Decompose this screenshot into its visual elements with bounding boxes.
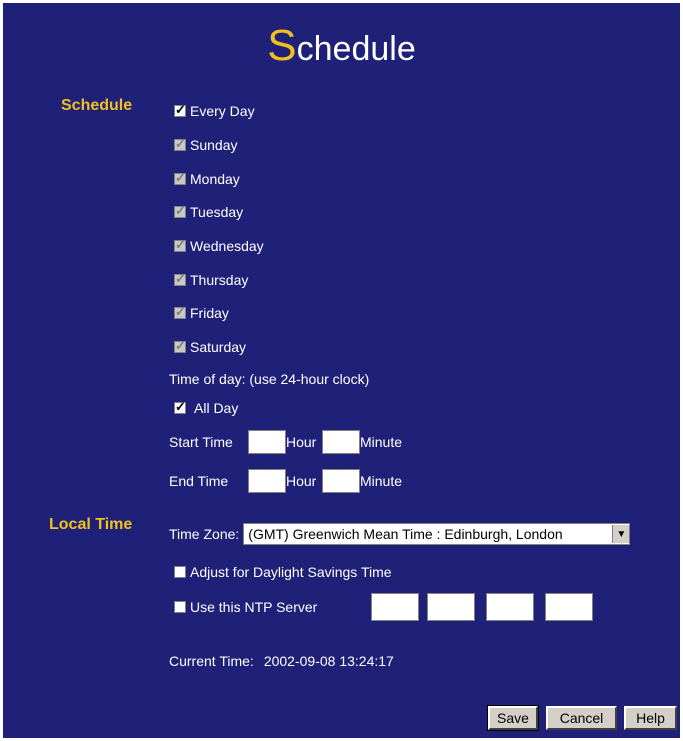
ntp-octet-4-input[interactable] <box>545 593 593 621</box>
ntp-server-row: Use this NTP Server <box>174 593 593 621</box>
every-day-label: Every Day <box>190 103 255 119</box>
ntp-octet-3-input[interactable] <box>486 593 534 621</box>
day-wednesday-row[interactable]: Wednesday <box>174 237 264 254</box>
end-time-row: End Time Hour Minute <box>169 468 402 494</box>
daylight-savings-row[interactable]: Adjust for Daylight Savings Time <box>174 564 392 580</box>
local-time-section-label: Local Time <box>49 516 133 533</box>
sunday-label: Sunday <box>190 137 238 153</box>
start-time-label: Start Time <box>169 434 233 450</box>
every-day-checkbox-row[interactable]: Every Day <box>174 102 255 119</box>
end-minute-label: Minute <box>360 473 403 489</box>
time-zone-select[interactable]: (GMT) Greenwich Mean Time : Edinburgh, L… <box>243 523 631 545</box>
time-of-day-label: Time of day: (use 24-hour clock) <box>169 371 370 387</box>
saturday-checkbox[interactable] <box>174 338 186 354</box>
schedule-panel: Schedule Schedule Every Day Sunday Monda… <box>3 3 680 738</box>
ntp-octet-2-input[interactable] <box>427 593 475 621</box>
all-day-checkbox[interactable] <box>174 399 186 415</box>
day-thursday-row[interactable]: Thursday <box>174 271 249 288</box>
thursday-label: Thursday <box>190 272 249 288</box>
ntp-octet-1-input[interactable] <box>371 593 419 621</box>
start-minute-input[interactable] <box>322 430 360 454</box>
start-hour-label: Hour <box>286 434 317 450</box>
chevron-down-icon[interactable]: ▼ <box>612 525 630 543</box>
monday-label: Monday <box>190 171 240 187</box>
start-hour-input[interactable] <box>248 430 286 454</box>
day-monday-row[interactable]: Monday <box>174 170 240 187</box>
start-minute-label: Minute <box>360 434 403 450</box>
end-hour-label: Hour <box>286 473 317 489</box>
help-button[interactable]: Help <box>624 706 677 730</box>
daylight-savings-checkbox[interactable] <box>174 566 186 578</box>
page-title-initial: S <box>267 21 297 70</box>
friday-checkbox[interactable] <box>174 304 186 320</box>
cancel-button[interactable]: Cancel <box>546 706 617 730</box>
sunday-checkbox[interactable] <box>174 136 186 152</box>
day-tuesday-row[interactable]: Tuesday <box>174 203 244 220</box>
day-sunday-row[interactable]: Sunday <box>174 136 238 153</box>
saturday-label: Saturday <box>190 339 247 355</box>
tuesday-label: Tuesday <box>190 204 244 220</box>
ntp-label: Use this NTP Server <box>190 599 318 615</box>
page-title-rest: chedule <box>296 30 416 68</box>
time-zone-row: Time Zone: (GMT) Greenwich Mean Time : E… <box>169 522 631 546</box>
time-zone-label: Time Zone: <box>169 526 240 542</box>
end-minute-input[interactable] <box>322 469 360 493</box>
tuesday-checkbox[interactable] <box>174 203 186 219</box>
start-time-row: Start Time Hour Minute <box>169 429 402 455</box>
wednesday-checkbox[interactable] <box>174 237 186 253</box>
monday-checkbox[interactable] <box>174 170 186 186</box>
end-time-label: End Time <box>169 473 229 489</box>
page-title: Schedule <box>3 21 680 71</box>
end-hour-input[interactable] <box>248 469 286 493</box>
thursday-checkbox[interactable] <box>174 271 186 287</box>
current-time-label: Current Time: <box>169 653 254 669</box>
all-day-label: All Day <box>194 400 239 416</box>
all-day-checkbox-row[interactable]: All Day <box>174 399 239 416</box>
current-time-value: 2002-09-08 13:24:17 <box>263 653 394 669</box>
wednesday-label: Wednesday <box>190 238 264 254</box>
schedule-section-label: Schedule <box>61 97 133 114</box>
every-day-checkbox[interactable] <box>174 102 186 118</box>
ntp-checkbox[interactable] <box>174 601 186 613</box>
save-button[interactable]: Save <box>487 705 539 731</box>
daylight-savings-label: Adjust for Daylight Savings Time <box>190 564 392 580</box>
current-time-row: Current Time: 2002-09-08 13:24:17 <box>169 653 394 669</box>
time-zone-value: (GMT) Greenwich Mean Time : Edinburgh, L… <box>248 526 563 542</box>
day-saturday-row[interactable]: Saturday <box>174 338 247 355</box>
day-friday-row[interactable]: Friday <box>174 304 229 321</box>
friday-label: Friday <box>190 305 229 321</box>
